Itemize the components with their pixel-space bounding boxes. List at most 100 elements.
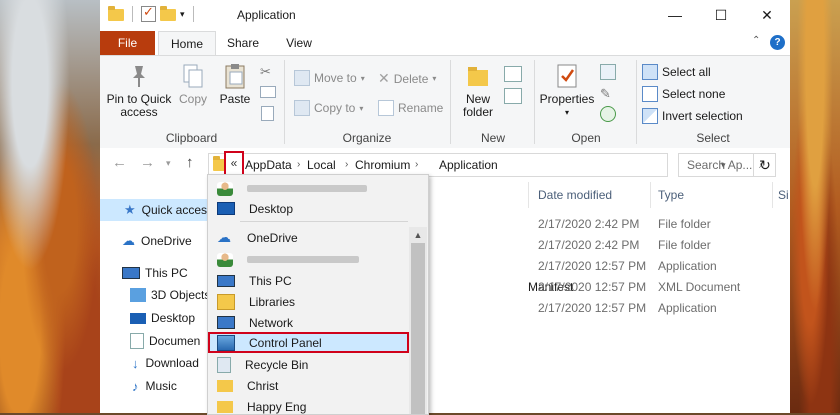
cut-icon[interactable]: ✂ (260, 64, 271, 80)
folder-icon (108, 6, 124, 21)
menu-item-recycle-bin[interactable]: Recycle Bin (208, 354, 408, 375)
nav-item-documents[interactable]: Documen (100, 330, 210, 352)
delete-button[interactable]: ✕ Delete ▾ (378, 70, 436, 87)
copy-to-icon (294, 100, 310, 116)
select-group: Select all Select none Invert selection … (638, 56, 788, 148)
select-group-label: Select (696, 131, 730, 145)
properties-button[interactable]: Properties ▾ (538, 62, 596, 119)
properties-check-icon[interactable] (141, 4, 156, 22)
close-button[interactable]: ✕ (744, 0, 790, 31)
star-icon: ★ (124, 202, 136, 217)
desktop-icon (217, 202, 235, 215)
search-input[interactable]: Search Ap... ⌕ (678, 153, 776, 177)
library-icon (217, 293, 235, 310)
breadcrumb-separator[interactable]: › (345, 159, 348, 170)
paste-button[interactable]: Paste (218, 62, 252, 106)
move-to-button[interactable]: Move to ▾ (294, 70, 365, 86)
new-folder-button[interactable]: New folder (456, 62, 500, 119)
menu-item-this-pc[interactable]: This PC (208, 270, 408, 291)
new-item-icon[interactable] (504, 66, 522, 82)
group-divider (636, 60, 637, 144)
breadcrumb-separator[interactable]: › (297, 159, 300, 170)
open-icon[interactable] (600, 64, 616, 80)
organize-group: Move to ▾ Copy to ▾ ✕ Delete ▾ Rename Organ… (286, 56, 448, 148)
help-icon[interactable]: ? (770, 35, 785, 50)
breadcrumb-local[interactable]: Local (307, 158, 336, 172)
tab-share[interactable]: Share (218, 31, 268, 55)
pin-to-quick-access-button[interactable]: Pin to Quick access (106, 62, 172, 119)
cloud-icon: ☁ (217, 229, 231, 245)
recycle-bin-icon (217, 356, 231, 373)
ribbon-tabs: File Home Share View ⌃ ? (100, 31, 790, 56)
column-header-date[interactable]: Date modified (538, 188, 612, 214)
menu-item-libraries[interactable]: Libraries (208, 291, 408, 312)
menu-item-onedrive[interactable]: ☁ OneDrive (208, 227, 408, 248)
breadcrumb-appdata[interactable]: AppData (245, 158, 292, 172)
tab-view[interactable]: View (276, 31, 322, 55)
search-icon: ⌕ (759, 157, 766, 171)
nav-item-quick-access[interactable]: ★ Quick acces (100, 199, 210, 221)
up-icon[interactable]: ↑ (186, 154, 194, 171)
nav-item-3d-objects[interactable]: 3D Objects (100, 284, 210, 306)
title-bar: ▾ Application — ☐ ✕ (100, 0, 790, 31)
nav-item-music[interactable]: ♪ Music (100, 375, 210, 397)
back-icon[interactable]: ← (112, 154, 127, 171)
clipboard-group: Pin to Quick access Copy Paste ✂ Clipboa… (100, 56, 283, 148)
menu-item-user[interactable] (208, 249, 408, 270)
select-all-button[interactable]: Select all (642, 64, 711, 80)
rename-icon (378, 100, 394, 116)
new-folder-icon[interactable] (160, 6, 176, 21)
rename-button[interactable]: Rename (378, 100, 443, 116)
group-divider (284, 60, 285, 144)
copy-icon (180, 62, 206, 90)
network-icon (217, 316, 235, 329)
column-divider (772, 182, 773, 208)
scrollbar-thumb[interactable] (411, 243, 425, 414)
menu-item-network[interactable]: Network (208, 312, 408, 333)
window-title: Application (237, 8, 296, 22)
menu-item-user[interactable] (208, 178, 408, 199)
menu-item-control-panel[interactable]: Control Panel (208, 332, 409, 353)
pin-icon (126, 62, 152, 90)
nav-item-downloads[interactable]: ↓ Download (100, 352, 210, 374)
copy-path-icon[interactable] (260, 86, 276, 98)
tab-home[interactable]: Home (158, 31, 216, 56)
nav-item-this-pc[interactable]: This PC (100, 262, 210, 284)
breadcrumb-chromium[interactable]: Chromium (355, 158, 410, 172)
invert-selection-button[interactable]: Invert selection (642, 108, 743, 124)
menu-item-folder[interactable]: Happy Eng (208, 396, 408, 414)
paste-icon (222, 62, 248, 90)
history-icon[interactable] (600, 106, 616, 122)
row-date: 2/17/2020 12:57 PM (538, 301, 647, 315)
forward-icon[interactable]: → (140, 154, 155, 171)
scroll-up-icon[interactable]: ▲ (409, 227, 427, 243)
delete-icon: ✕ (378, 70, 390, 86)
menu-item-desktop[interactable]: Desktop (208, 198, 408, 219)
menu-separator (240, 221, 408, 222)
tab-file[interactable]: File (100, 31, 155, 55)
nav-item-desktop[interactable]: Desktop (100, 307, 210, 329)
desktop-wallpaper-left (0, 0, 100, 413)
column-header-type[interactable]: Type (658, 188, 684, 214)
copy-to-button[interactable]: Copy to ▾ (294, 100, 363, 116)
easy-access-icon[interactable] (504, 88, 522, 104)
maximize-button[interactable]: ☐ (698, 0, 744, 31)
breadcrumb-separator[interactable]: › (415, 159, 418, 170)
recent-locations-icon[interactable]: ▾ (166, 158, 171, 169)
select-none-button[interactable]: Select none (642, 86, 725, 102)
paste-shortcut-icon[interactable] (261, 106, 274, 121)
column-header-size[interactable]: Si (778, 188, 789, 214)
customize-toolbar-icon[interactable]: ▾ (180, 9, 185, 20)
minimize-button[interactable]: — (652, 0, 698, 31)
search-placeholder: Search Ap... (687, 158, 753, 172)
edit-icon[interactable]: ✎ (600, 86, 611, 102)
group-divider (450, 60, 451, 144)
breadcrumb-application[interactable]: Application (439, 158, 498, 172)
row-type: XML Document (658, 280, 741, 294)
redacted-username (247, 256, 359, 263)
collapse-ribbon-icon[interactable]: ⌃ (752, 35, 760, 46)
copy-button[interactable]: Copy (176, 62, 210, 106)
menu-item-folder[interactable]: Christ (208, 375, 408, 396)
clipboard-group-label: Clipboard (165, 131, 218, 145)
nav-item-onedrive[interactable]: ☁ OneDrive (100, 230, 210, 252)
